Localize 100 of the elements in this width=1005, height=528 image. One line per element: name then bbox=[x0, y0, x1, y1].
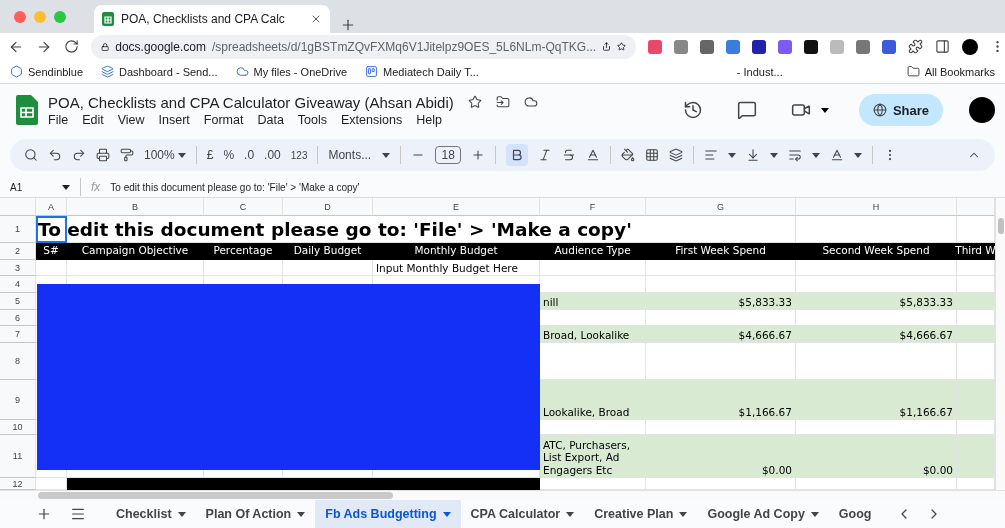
bookmark[interactable]: My files - OneDrive bbox=[235, 65, 348, 78]
corner-cell[interactable] bbox=[0, 198, 36, 216]
plus-icon[interactable] bbox=[470, 148, 485, 162]
caret-icon[interactable] bbox=[727, 152, 736, 158]
caret-icon[interactable] bbox=[679, 511, 688, 517]
side-panel-icon[interactable] bbox=[935, 39, 950, 54]
fill-color-icon[interactable] bbox=[620, 148, 635, 162]
column-header[interactable]: E bbox=[373, 198, 540, 216]
caret-icon[interactable] bbox=[811, 152, 820, 158]
profile-avatar[interactable] bbox=[962, 38, 978, 55]
close-icon[interactable] bbox=[310, 13, 322, 25]
bold-icon[interactable] bbox=[505, 144, 528, 166]
strikethrough-icon[interactable] bbox=[561, 148, 576, 162]
column-header[interactable]: F bbox=[540, 198, 646, 216]
sheet-tab[interactable]: Plan Of Action bbox=[195, 500, 316, 528]
search-icon[interactable] bbox=[24, 148, 38, 162]
caret-icon[interactable] bbox=[853, 152, 862, 158]
zoom-dropdown[interactable]: 100% bbox=[144, 148, 186, 162]
caret-icon[interactable] bbox=[566, 511, 575, 517]
column-header[interactable]: H bbox=[796, 198, 957, 216]
extension-icon[interactable] bbox=[804, 39, 818, 54]
menu-item[interactable]: Tools bbox=[297, 112, 328, 127]
all-bookmarks[interactable]: All Bookmarks bbox=[906, 65, 995, 78]
menu-item[interactable]: File bbox=[48, 112, 69, 127]
font-dropdown[interactable]: Monts... bbox=[328, 148, 391, 162]
paint-format-icon[interactable] bbox=[120, 148, 134, 162]
history-icon[interactable] bbox=[683, 100, 703, 120]
rotate-text-icon[interactable] bbox=[829, 148, 844, 162]
column-header[interactable]: A bbox=[36, 198, 67, 216]
text-color-icon[interactable] bbox=[585, 148, 600, 162]
row-header[interactable]: 4 bbox=[0, 276, 36, 293]
bookmark[interactable]: Mediatech Daily T... bbox=[365, 65, 479, 78]
wrap-icon[interactable] bbox=[787, 148, 802, 162]
vertical-align-icon[interactable] bbox=[745, 148, 760, 162]
sheet-tab[interactable]: CPA Calculator bbox=[460, 500, 585, 528]
number-format[interactable]: 123 bbox=[290, 149, 308, 161]
sheet-tab[interactable]: Goog bbox=[828, 500, 882, 528]
caret-icon[interactable] bbox=[810, 511, 819, 517]
share-button[interactable]: Share bbox=[859, 94, 943, 126]
caret-icon[interactable] bbox=[177, 511, 186, 517]
row-header[interactable]: 2 bbox=[0, 243, 36, 260]
menu-item[interactable]: Edit bbox=[82, 112, 104, 127]
row-header[interactable]: 3 bbox=[0, 260, 36, 276]
row-header[interactable]: 5 bbox=[0, 293, 36, 310]
star-icon[interactable] bbox=[467, 93, 482, 111]
menu-item[interactable]: Help bbox=[416, 112, 442, 127]
sheet-tab[interactable]: Creative Plan bbox=[584, 500, 698, 528]
bookmark[interactable]: - Indust... bbox=[736, 65, 783, 78]
new-tab-icon[interactable] bbox=[340, 17, 356, 33]
undo-icon[interactable] bbox=[48, 148, 62, 162]
comment-icon[interactable] bbox=[737, 100, 757, 120]
currency-format[interactable]: £ bbox=[206, 148, 214, 162]
sheet-tab[interactable]: Google Ad Copy bbox=[697, 500, 829, 528]
font-size-field[interactable]: 18 bbox=[435, 146, 461, 164]
menu-item[interactable]: Extensions bbox=[341, 112, 403, 127]
borders-icon[interactable] bbox=[644, 148, 659, 162]
formula-field[interactable]: To edit this document please go to: 'File' > 'Make a copy' bbox=[110, 181, 360, 193]
italic-icon[interactable] bbox=[537, 148, 552, 162]
row-header[interactable]: 6 bbox=[0, 310, 36, 326]
row-header[interactable]: 1 bbox=[0, 216, 36, 243]
increase-decimal[interactable]: .00 bbox=[264, 148, 281, 162]
row-header[interactable]: 7 bbox=[0, 326, 36, 343]
column-header[interactable]: G bbox=[646, 198, 796, 216]
caret-icon[interactable] bbox=[297, 511, 306, 517]
bookmark[interactable]: Dashboard - Send... bbox=[101, 65, 218, 78]
caret-icon[interactable] bbox=[382, 152, 391, 158]
column-header[interactable]: B bbox=[67, 198, 204, 216]
caret-icon[interactable] bbox=[821, 107, 829, 113]
column-header[interactable]: C bbox=[204, 198, 283, 216]
name-box[interactable]: A1 bbox=[10, 181, 70, 193]
decrease-decimal[interactable]: .0 bbox=[244, 148, 255, 162]
caret-icon[interactable] bbox=[62, 184, 70, 190]
column-header[interactable]: D bbox=[283, 198, 373, 216]
row-header[interactable]: 12 bbox=[0, 478, 36, 490]
profile-avatar[interactable] bbox=[969, 97, 995, 123]
sheet-tab[interactable]: Checklist bbox=[106, 500, 196, 528]
sheets-logo-icon[interactable] bbox=[16, 95, 38, 125]
percent-format[interactable]: % bbox=[223, 148, 235, 162]
vertical-scrollbar[interactable] bbox=[995, 198, 1005, 490]
redo-icon[interactable] bbox=[72, 148, 86, 162]
caret-icon[interactable] bbox=[769, 152, 778, 158]
address-bar[interactable]: docs.google.com /spreadsheets/d/1gBSTmZQvFXMq6V1Jitelpz9OES_5L6NLm-QqTKG... bbox=[91, 34, 636, 59]
row-header[interactable]: 8 bbox=[0, 343, 36, 380]
reload-icon[interactable] bbox=[64, 39, 79, 54]
row-header[interactable]: 11 bbox=[0, 435, 36, 478]
print-icon[interactable] bbox=[96, 148, 110, 162]
menu-item[interactable]: Insert bbox=[158, 112, 190, 127]
caret-icon[interactable] bbox=[177, 152, 186, 158]
menu-item[interactable]: Data bbox=[257, 112, 284, 127]
browser-tab[interactable]: POA, Checklists and CPA Calc bbox=[94, 5, 330, 33]
extension-icon[interactable] bbox=[752, 39, 766, 54]
document-title[interactable]: POA, Checklists and CPA Calculator Giveaway (Ahsan Abidi) bbox=[48, 93, 454, 111]
menu-item[interactable]: Format bbox=[203, 112, 244, 127]
merge-icon[interactable] bbox=[668, 148, 683, 162]
sheet-tab[interactable]: Fb Ads Budgetting bbox=[315, 500, 461, 528]
row-header[interactable]: 9 bbox=[0, 380, 36, 420]
menu-item[interactable]: View bbox=[117, 112, 145, 127]
horizontal-scrollbar[interactable] bbox=[0, 490, 1005, 500]
row-header[interactable]: 10 bbox=[0, 420, 36, 435]
bookmark[interactable]: Sendinblue bbox=[10, 65, 84, 78]
